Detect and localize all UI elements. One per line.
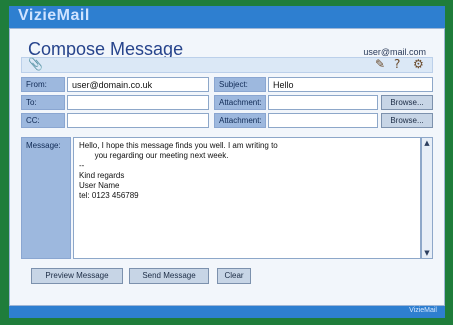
top-bar: VizieMail	[9, 6, 445, 28]
subject-label: Subject:	[214, 77, 266, 92]
address-book-icon[interactable]: ✎	[375, 57, 385, 71]
message-textarea[interactable]: Hello, I hope this message finds you wel…	[73, 137, 421, 259]
attachment-2-field[interactable]	[268, 113, 378, 128]
from-field[interactable]: user@domain.co.uk	[67, 77, 209, 92]
help-icon[interactable]: ?	[394, 57, 400, 71]
scroll-down-icon[interactable]: ▼	[422, 248, 432, 258]
cc-field[interactable]	[67, 113, 209, 128]
app-logo: VizieMail	[18, 7, 90, 24]
from-label: From:	[21, 77, 65, 92]
message-label: Message:	[21, 137, 71, 259]
bottom-bar: VizieMail	[9, 306, 445, 318]
browse-button-1[interactable]: Browse...	[381, 95, 433, 110]
message-area: Message: Hello, I hope this message find…	[21, 137, 433, 259]
send-message-button[interactable]: Send Message	[129, 268, 209, 284]
compose-window: Compose Message user@mail.com 📎 ✎ ? ⚙ Fr…	[9, 28, 445, 306]
user-account[interactable]: user@mail.com	[363, 47, 426, 57]
settings-icon[interactable]: ⚙	[413, 57, 424, 71]
attach-icon[interactable]: 📎	[28, 57, 43, 71]
message-scrollbar[interactable]: ▲ ▼	[421, 137, 433, 259]
attachment-2-label: Attachment:	[214, 113, 266, 128]
attachment-1-field[interactable]	[268, 95, 378, 110]
scroll-up-icon[interactable]: ▲	[422, 138, 432, 148]
footer-text: VizieMail	[409, 307, 437, 314]
preview-message-button[interactable]: Preview Message	[31, 268, 123, 284]
to-field[interactable]	[67, 95, 209, 110]
toolbar: 📎 ✎ ? ⚙	[21, 57, 433, 73]
browse-button-2[interactable]: Browse...	[381, 113, 433, 128]
cc-label: CC:	[21, 113, 65, 128]
header-fields: From: user@domain.co.uk Subject: Hello T…	[21, 77, 433, 135]
clear-button[interactable]: Clear	[217, 268, 251, 284]
to-label: To:	[21, 95, 65, 110]
subject-field[interactable]: Hello	[268, 77, 433, 92]
attachment-1-label: Attachment:	[214, 95, 266, 110]
action-bar: Preview Message Send Message Clear	[21, 268, 433, 286]
